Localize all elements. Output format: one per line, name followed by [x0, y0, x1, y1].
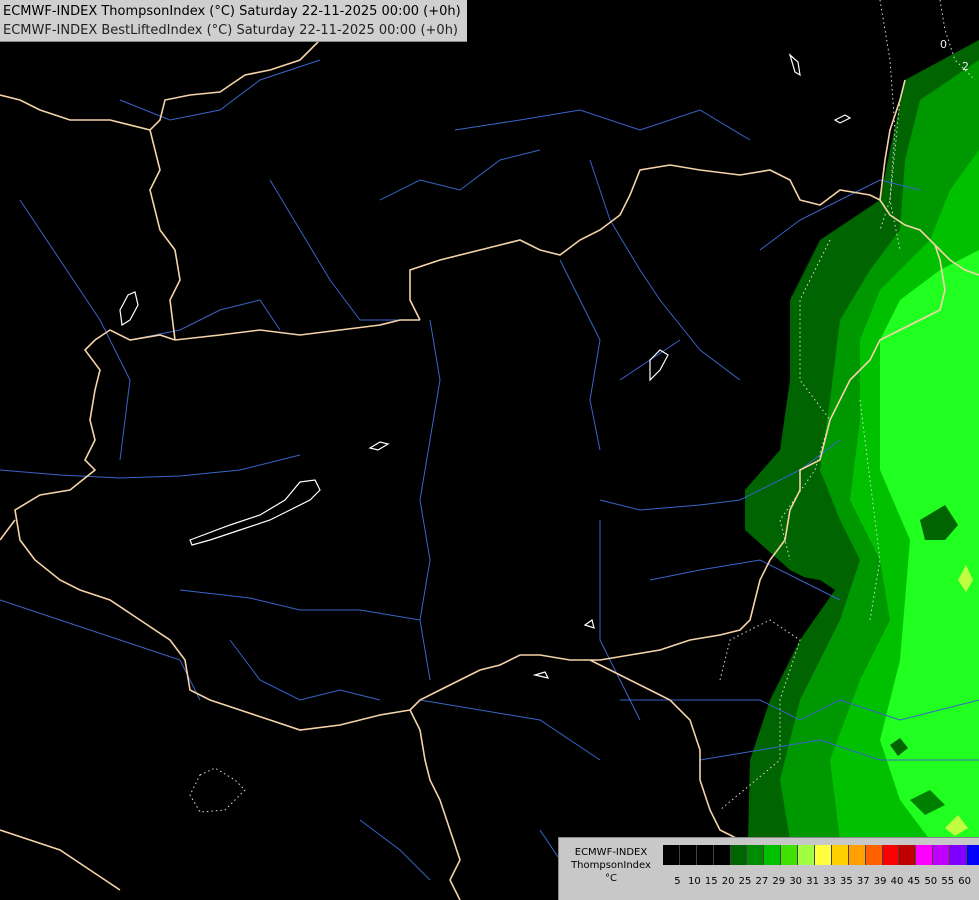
legend-tick: 39 [873, 876, 887, 887]
legend-tick: 15 [704, 876, 718, 887]
legend-tick: 40 [890, 876, 904, 887]
contour-label: 2 [962, 60, 969, 73]
legend-swatch [916, 845, 934, 865]
legend-label: ECMWF-INDEX ThompsonIndex °C [561, 846, 661, 885]
legend-swatch [730, 845, 748, 865]
legend-color-scale [663, 845, 979, 865]
legend-swatch [933, 845, 951, 865]
legend-tick-labels: 5 10 15 20 25 27 29 30 31 33 35 37 39 40 45 50 55 60 [669, 876, 973, 887]
legend-unit: °C [605, 873, 617, 884]
legend-swatch [882, 845, 900, 865]
map-title-box: ECMWF-INDEX ThompsonIndex (°C) Saturday … [0, 0, 467, 42]
legend-swatch [781, 845, 799, 865]
legend-tick: 5 [674, 876, 681, 887]
contour-label: 0 [940, 38, 947, 51]
legend-swatch [950, 845, 968, 865]
legend-source: ECMWF-INDEX [574, 847, 648, 858]
legend-swatch [663, 845, 680, 865]
legend-tick: 27 [755, 876, 769, 887]
title-line-1: ECMWF-INDEX ThompsonIndex (°C) Saturday … [3, 4, 461, 19]
legend-tick: 31 [806, 876, 819, 887]
legend-tick: 25 [738, 876, 752, 887]
weather-map: 2 0 [0, 0, 979, 900]
legend-tick: 35 [839, 876, 853, 887]
legend-tick: 30 [789, 876, 803, 887]
legend-variable: ThompsonIndex [571, 860, 651, 871]
legend-swatch [848, 845, 866, 865]
legend-tick: 45 [907, 876, 921, 887]
legend-swatch [679, 845, 697, 865]
legend-swatch [696, 845, 714, 865]
legend-swatch [713, 845, 731, 865]
legend-tick: 20 [721, 876, 735, 887]
legend-swatch [798, 845, 816, 865]
legend-tick: 29 [772, 876, 786, 887]
legend-swatch [865, 845, 883, 865]
legend-tick: 37 [856, 876, 870, 887]
legend-swatch [831, 845, 849, 865]
legend-tick: 50 [924, 876, 938, 887]
legend-swatch [815, 845, 832, 865]
legend-swatch [899, 845, 917, 865]
legend-swatch [747, 845, 765, 865]
title-line-2: ECMWF-INDEX BestLiftedIndex (°C) Saturda… [3, 23, 458, 38]
legend-tick: 55 [941, 876, 955, 887]
legend-tick: 60 [958, 876, 971, 887]
legend-tick: 10 [687, 876, 701, 887]
legend-swatch [764, 845, 782, 865]
color-legend: ECMWF-INDEX ThompsonIndex °C 5 10 15 20 25 27… [558, 837, 979, 900]
legend-swatch [967, 845, 979, 865]
legend-tick: 33 [823, 876, 836, 887]
